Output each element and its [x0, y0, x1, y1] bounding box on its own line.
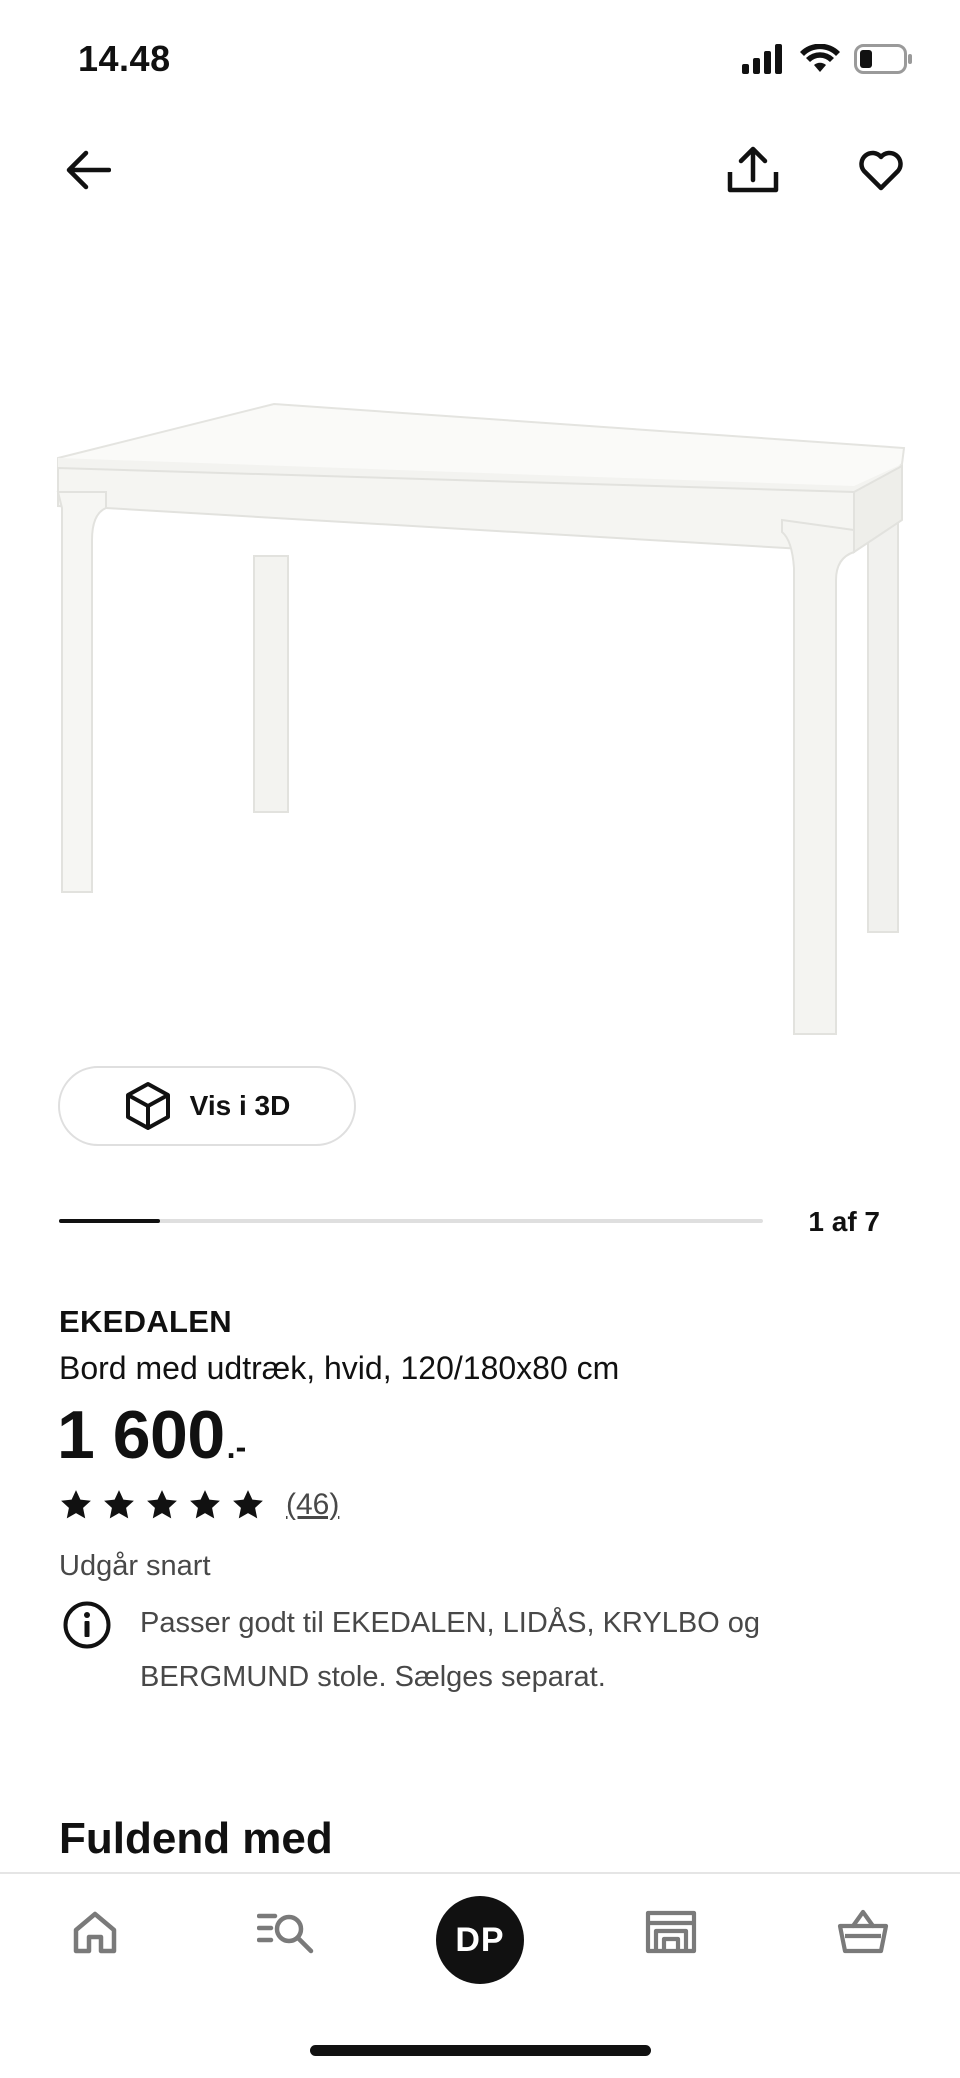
product-name: EKEDALEN [59, 1304, 232, 1339]
nav-home[interactable] [45, 1892, 145, 1972]
info-icon [63, 1601, 111, 1649]
review-count-link[interactable]: (46) [286, 1488, 339, 1522]
back-button[interactable] [48, 130, 128, 210]
info-note: Passer godt til EKEDALEN, LIDÅS, KRYLBO … [62, 1600, 800, 1704]
home-indicator[interactable] [310, 2045, 651, 2056]
profile-avatar: DP [436, 1896, 524, 1984]
gallery-progress-bar [59, 1219, 763, 1223]
rating-stars [59, 1488, 265, 1522]
search-icon [257, 1913, 314, 1954]
basket-icon [837, 1909, 889, 1954]
store-icon [645, 1910, 697, 1954]
favorite-button[interactable] [841, 130, 921, 210]
gallery-counter: 1 af 7 [808, 1206, 880, 1237]
price-value: 1 600 [57, 1397, 225, 1473]
star-icon [147, 1490, 177, 1519]
product-description: Bord med udtræk, hvid, 120/180x80 cm [59, 1350, 620, 1386]
star-icon [233, 1490, 263, 1519]
nav-basket[interactable] [813, 1892, 913, 1972]
cube-icon [125, 1082, 170, 1130]
home-icon [73, 1911, 117, 1954]
view-3d-button[interactable]: Vis i 3D [58, 1066, 356, 1146]
arrow-left-icon [66, 150, 111, 190]
heart-icon [859, 150, 903, 191]
signal-icon [742, 44, 782, 74]
info-note-text: Passer godt til EKEDALEN, LIDÅS, KRYLBO … [140, 1607, 761, 1693]
section-title-complete-with: Fuldend med [59, 1814, 333, 1863]
nav-profile[interactable]: DP [430, 1890, 530, 1990]
nav-store[interactable] [621, 1892, 721, 1972]
battery-icon [854, 44, 912, 74]
nav-search[interactable] [236, 1892, 336, 1972]
wifi-icon [800, 44, 840, 72]
star-icon [61, 1490, 91, 1519]
price-suffix: .- [226, 1429, 247, 1465]
product-page: 14.48 Vis i 3D 1 af 7 EKEDALEN Bord med … [0, 0, 960, 2078]
availability-status: Udgår snart [59, 1550, 211, 1582]
status-time: 14.48 [78, 38, 171, 79]
status-icons [742, 44, 914, 74]
share-button[interactable] [713, 130, 793, 210]
product-price: 1 600 .- [57, 1396, 246, 1474]
star-icon [190, 1490, 220, 1519]
star-icon [104, 1490, 134, 1519]
view-3d-label: Vis i 3D [189, 1090, 291, 1121]
share-icon [727, 146, 779, 193]
gallery-progress-fill [59, 1219, 160, 1223]
product-image-table[interactable] [40, 380, 920, 1060]
product-rating[interactable]: (46) [59, 1488, 339, 1522]
